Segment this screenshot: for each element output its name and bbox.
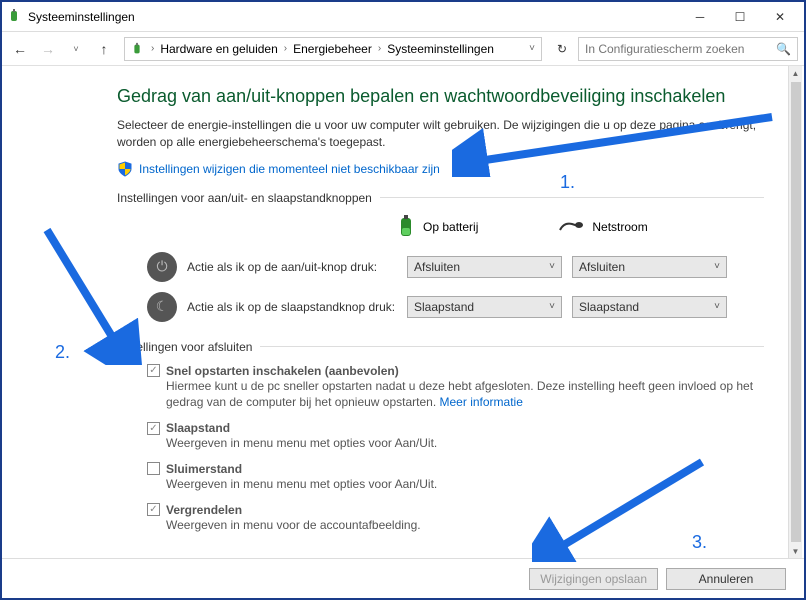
battery-icon [397,215,415,240]
titlebar: Systeeminstellingen ─ ☐ ✕ [2,2,804,32]
app-icon [6,9,22,25]
window-title: Systeeminstellingen [28,10,680,24]
breadcrumb-item[interactable]: Energiebeheer [293,42,372,56]
lock-item: Vergrendelen Weergeven in menu voor de a… [147,503,764,534]
scroll-down-button[interactable]: ▼ [789,544,803,558]
search-icon: 🔍 [776,42,791,56]
fast-startup-checkbox[interactable] [147,364,160,377]
power-button-row: ⏻ Actie als ik op de aan/uit-knop druk: … [117,252,764,282]
sleep-battery-dropdown[interactable]: Slaapstand˅ [407,296,562,318]
chevron-down-icon: ˅ [549,301,555,312]
battery-column: Op batterij [397,215,478,240]
chevron-right-icon: › [149,43,156,54]
search-input[interactable] [585,42,776,56]
refresh-button[interactable]: ↻ [550,37,574,61]
chevron-down-icon: ˅ [714,261,720,272]
power-icon: ⏻ [147,252,177,282]
more-info-link[interactable]: Meer informatie [440,395,523,409]
up-button[interactable]: ↑ [92,37,116,61]
cancel-button[interactable]: Annuleren [666,568,786,590]
save-button[interactable]: Wijzigingen opslaan [529,568,658,590]
lock-checkbox[interactable] [147,503,160,516]
sleep-button-row: ☾ Actie als ik op de slaapstandknop druk… [117,292,764,322]
bottom-bar: Wijzigingen opslaan Annuleren [2,558,804,598]
shutdown-settings-section: Instellingen voor afsluiten Snel opstart… [117,340,764,534]
breadcrumb-item[interactable]: Hardware en geluiden [160,42,277,56]
hibernate-checkbox[interactable] [147,462,160,475]
hibernate-item: Sluimerstand Weergeven in menu menu met … [147,462,764,493]
breadcrumb-item[interactable]: Systeeminstellingen [387,42,494,56]
fast-startup-item: Snel opstarten inschakelen (aanbevolen) … [147,364,764,412]
battery-icon [129,41,145,57]
page-heading: Gedrag van aan/uit-knoppen bepalen en wa… [117,86,764,107]
forward-button[interactable]: → [36,37,60,61]
vertical-scrollbar[interactable]: ▲ ▼ [788,66,802,558]
page-description: Selecteer de energie-instellingen die u … [117,117,764,151]
search-box[interactable]: 🔍 [578,37,798,61]
chevron-down-icon: ˅ [714,301,720,312]
scroll-up-button[interactable]: ▲ [789,66,803,80]
chevron-down-icon: ˅ [549,261,555,272]
power-column-headers: Op batterij Netstroom [397,215,764,240]
chevron-right-icon: › [376,43,383,54]
chevron-right-icon: › [282,43,289,54]
change-unavailable-settings-link[interactable]: Instellingen wijzigen die momenteel niet… [139,162,440,176]
sleep-checkbox[interactable] [147,422,160,435]
uac-link-row: Instellingen wijzigen die momenteel niet… [117,161,764,177]
sleep-item: Slaapstand Weergeven in menu menu met op… [147,421,764,452]
content-pane: Gedrag van aan/uit-knoppen bepalen en wa… [2,66,804,558]
power-battery-dropdown[interactable]: Afsluiten˅ [407,256,562,278]
plugged-column: Netstroom [558,218,647,237]
shutdown-section-label: Instellingen voor afsluiten [117,340,764,354]
maximize-button[interactable]: ☐ [720,3,760,31]
breadcrumb[interactable]: › Hardware en geluiden › Energiebeheer ›… [124,37,542,61]
shield-icon [117,161,133,177]
chevron-down-icon[interactable]: ˅ [527,43,537,54]
power-plugged-dropdown[interactable]: Afsluiten˅ [572,256,727,278]
moon-icon: ☾ [147,292,177,322]
power-sleep-section-label: Instellingen voor aan/uit- en slaapstand… [117,191,764,205]
plug-icon [558,218,584,237]
recent-button[interactable]: ˅ [64,37,88,61]
scroll-thumb[interactable] [791,82,801,542]
minimize-button[interactable]: ─ [680,3,720,31]
back-button[interactable]: ← [8,37,32,61]
toolbar: ← → ˅ ↑ › Hardware en geluiden › Energie… [2,32,804,66]
close-button[interactable]: ✕ [760,3,800,31]
sleep-plugged-dropdown[interactable]: Slaapstand˅ [572,296,727,318]
